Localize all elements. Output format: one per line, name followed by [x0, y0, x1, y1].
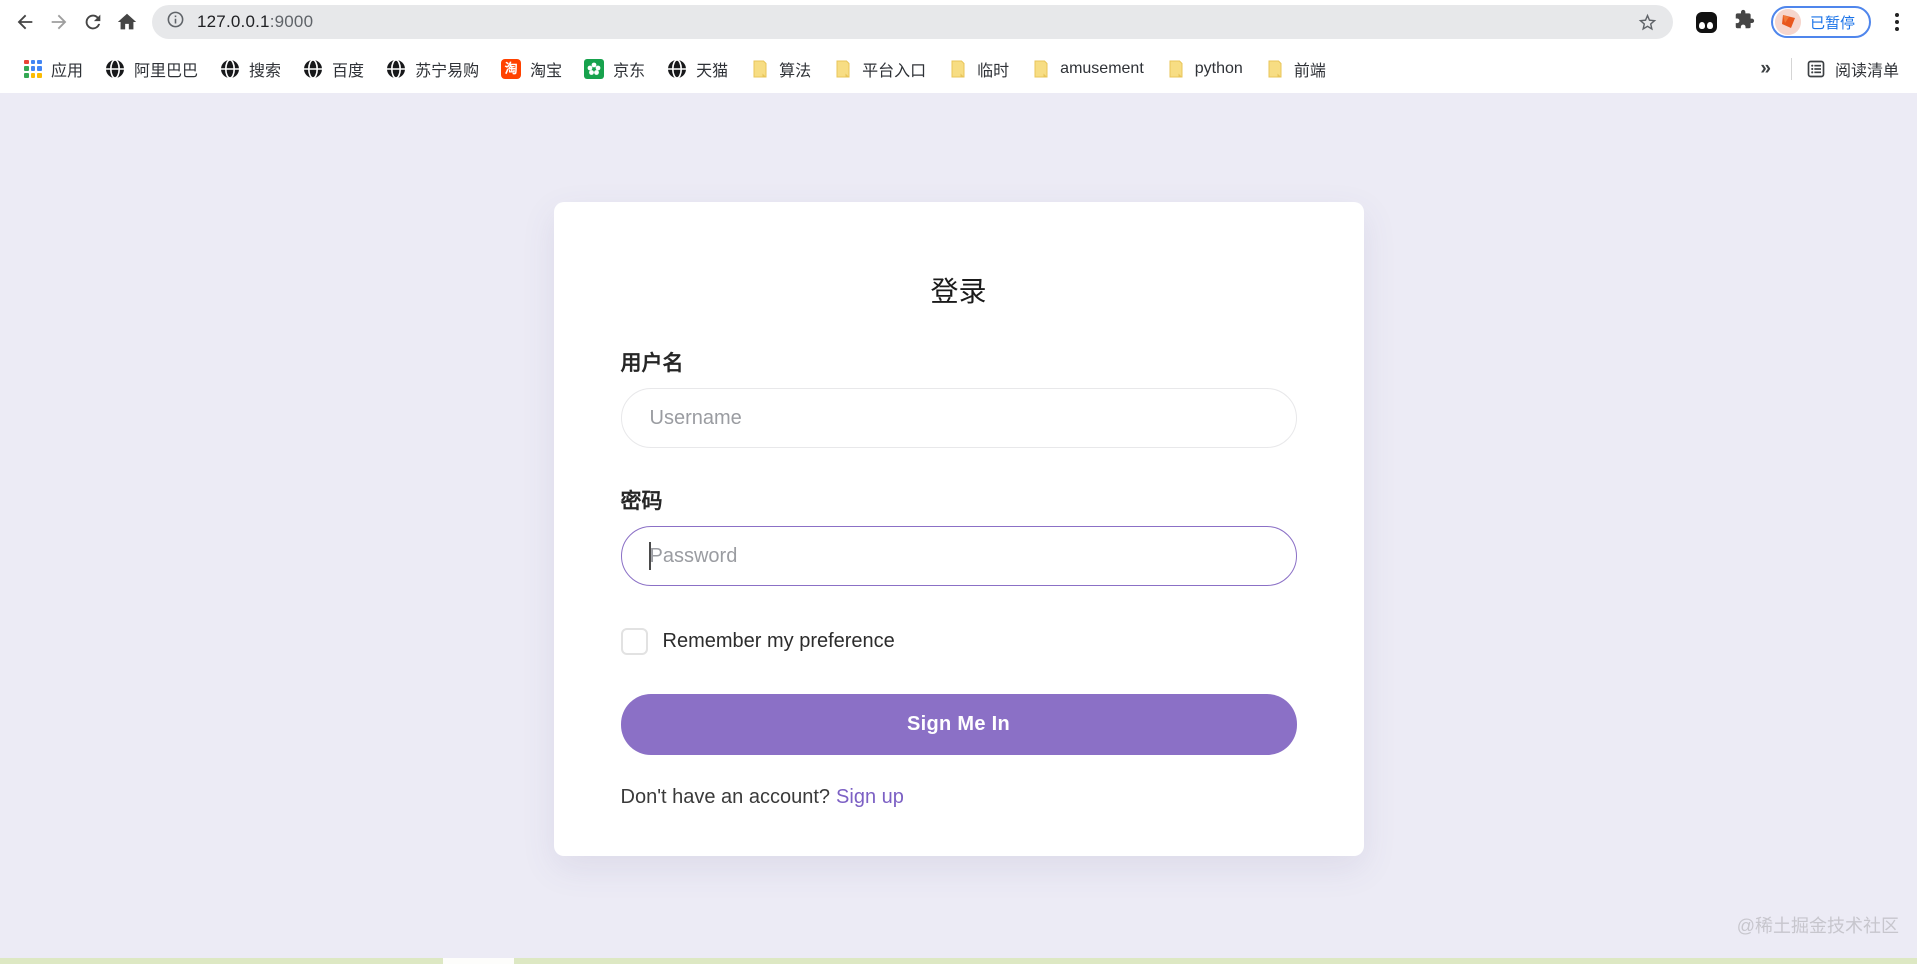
globe-icon: [303, 59, 323, 79]
back-button[interactable]: [8, 5, 42, 39]
bookmark-label: 京东: [613, 57, 645, 81]
bookmark-label: 平台入口: [862, 57, 926, 81]
extension-button[interactable]: [1696, 12, 1717, 33]
browser-toolbar: 127.0.0.1:9000 已暂停: [0, 0, 1917, 44]
bookmark-item-1[interactable]: 应用: [16, 53, 91, 85]
bottom-strip: [0, 958, 1917, 964]
reading-list-button[interactable]: 阅读清单: [1802, 53, 1903, 85]
globe-icon: [386, 59, 406, 79]
reading-list-label: 阅读清单: [1835, 57, 1899, 81]
login-card: 登录 用户名 密码 Remember my preference Sign Me…: [554, 202, 1364, 856]
bookmark-item-12[interactable]: amusement: [1023, 55, 1152, 83]
password-label: 密码: [621, 485, 1297, 515]
taobao-icon: 淘: [501, 59, 521, 79]
reload-button[interactable]: [76, 5, 110, 39]
folder-icon: [1031, 59, 1051, 79]
page-content: 登录 用户名 密码 Remember my preference Sign Me…: [0, 93, 1917, 958]
globe-icon: [667, 59, 687, 79]
folder-icon: [833, 59, 853, 79]
signup-prompt: Don't have an account?: [621, 786, 831, 808]
jd-icon: [584, 59, 604, 79]
page-title: 登录: [621, 270, 1297, 310]
reload-icon: [82, 11, 104, 33]
folder-icon: [750, 59, 770, 79]
extensions-menu-button[interactable]: [1734, 9, 1755, 35]
bookmark-label: 搜索: [249, 57, 281, 81]
profile-status-label: 已暂停: [1810, 12, 1855, 33]
bookmarks-overflow-button[interactable]: »: [1750, 58, 1781, 80]
site-info-icon[interactable]: [166, 10, 185, 34]
bookmark-label: 淘宝: [530, 57, 562, 81]
bookmark-item-4[interactable]: 百度: [295, 53, 372, 85]
folder-icon: [1166, 59, 1186, 79]
address-bar[interactable]: 127.0.0.1:9000: [152, 5, 1673, 39]
bookmark-label: 百度: [332, 57, 364, 81]
password-input[interactable]: [621, 526, 1297, 586]
bookmark-item-8[interactable]: 天猫: [659, 53, 736, 85]
username-input[interactable]: [621, 388, 1297, 448]
folder-icon: [948, 59, 968, 79]
browser-window: 127.0.0.1:9000 已暂停 应用阿里巴巴搜索百度苏宁易购淘淘宝京东天猫…: [0, 0, 1917, 964]
sign-in-button[interactable]: Sign Me In: [621, 694, 1297, 755]
bookmarks-bar: 应用阿里巴巴搜索百度苏宁易购淘淘宝京东天猫算法平台入口临时amusementpy…: [0, 44, 1917, 93]
remember-row: Remember my preference: [621, 628, 1297, 655]
bookmark-item-2[interactable]: 阿里巴巴: [97, 53, 206, 85]
watermark: @稀土掘金技术社区: [1737, 912, 1899, 938]
bookmark-star-button[interactable]: [1635, 9, 1661, 35]
signup-row: Don't have an account?Sign up: [621, 786, 1297, 809]
bookmark-item-5[interactable]: 苏宁易购: [378, 53, 487, 85]
bookmark-item-10[interactable]: 平台入口: [825, 53, 934, 85]
signup-link[interactable]: Sign up: [836, 786, 904, 808]
bookmark-label: 天猫: [696, 57, 728, 81]
back-icon: [14, 11, 36, 33]
puzzle-icon: [1734, 9, 1755, 30]
globe-icon: [220, 59, 240, 79]
folder-icon: [1265, 59, 1285, 79]
forward-button[interactable]: [42, 5, 76, 39]
bookmark-label: python: [1195, 60, 1243, 78]
avatar: [1775, 9, 1801, 35]
bookmark-item-6[interactable]: 淘淘宝: [493, 53, 570, 85]
bookmark-item-7[interactable]: 京东: [576, 53, 653, 85]
globe-icon: [105, 59, 125, 79]
bottom-strip-gap: [443, 958, 514, 964]
home-button[interactable]: [110, 5, 144, 39]
url-port: :9000: [270, 12, 314, 31]
url-text: 127.0.0.1:9000: [197, 12, 1635, 32]
bookmark-label: 前端: [1294, 57, 1326, 81]
bookmark-label: amusement: [1060, 60, 1144, 78]
browser-menu-button[interactable]: [1887, 9, 1907, 35]
url-host: 127.0.0.1: [197, 12, 270, 31]
bookmark-label: 苏宁易购: [415, 57, 479, 81]
bookmark-item-14[interactable]: 前端: [1257, 53, 1334, 85]
remember-checkbox[interactable]: [621, 628, 648, 655]
forward-icon: [48, 11, 70, 33]
bookmark-item-13[interactable]: python: [1158, 55, 1251, 83]
text-caret: [649, 542, 651, 570]
profile-chip[interactable]: 已暂停: [1771, 6, 1871, 38]
bookmarks-separator: [1791, 58, 1792, 80]
bookmark-label: 阿里巴巴: [134, 57, 198, 81]
bookmark-label: 临时: [977, 57, 1009, 81]
username-label: 用户名: [621, 347, 1297, 377]
reading-list-icon: [1806, 59, 1826, 79]
bookmark-label: 应用: [51, 57, 83, 81]
star-icon: [1637, 12, 1658, 33]
bookmark-item-9[interactable]: 算法: [742, 53, 819, 85]
remember-label: Remember my preference: [663, 630, 895, 653]
bookmark-item-11[interactable]: 临时: [940, 53, 1017, 85]
apps-grid-icon: [24, 60, 42, 78]
bookmark-label: 算法: [779, 57, 811, 81]
home-icon: [116, 11, 138, 33]
bookmark-item-3[interactable]: 搜索: [212, 53, 289, 85]
